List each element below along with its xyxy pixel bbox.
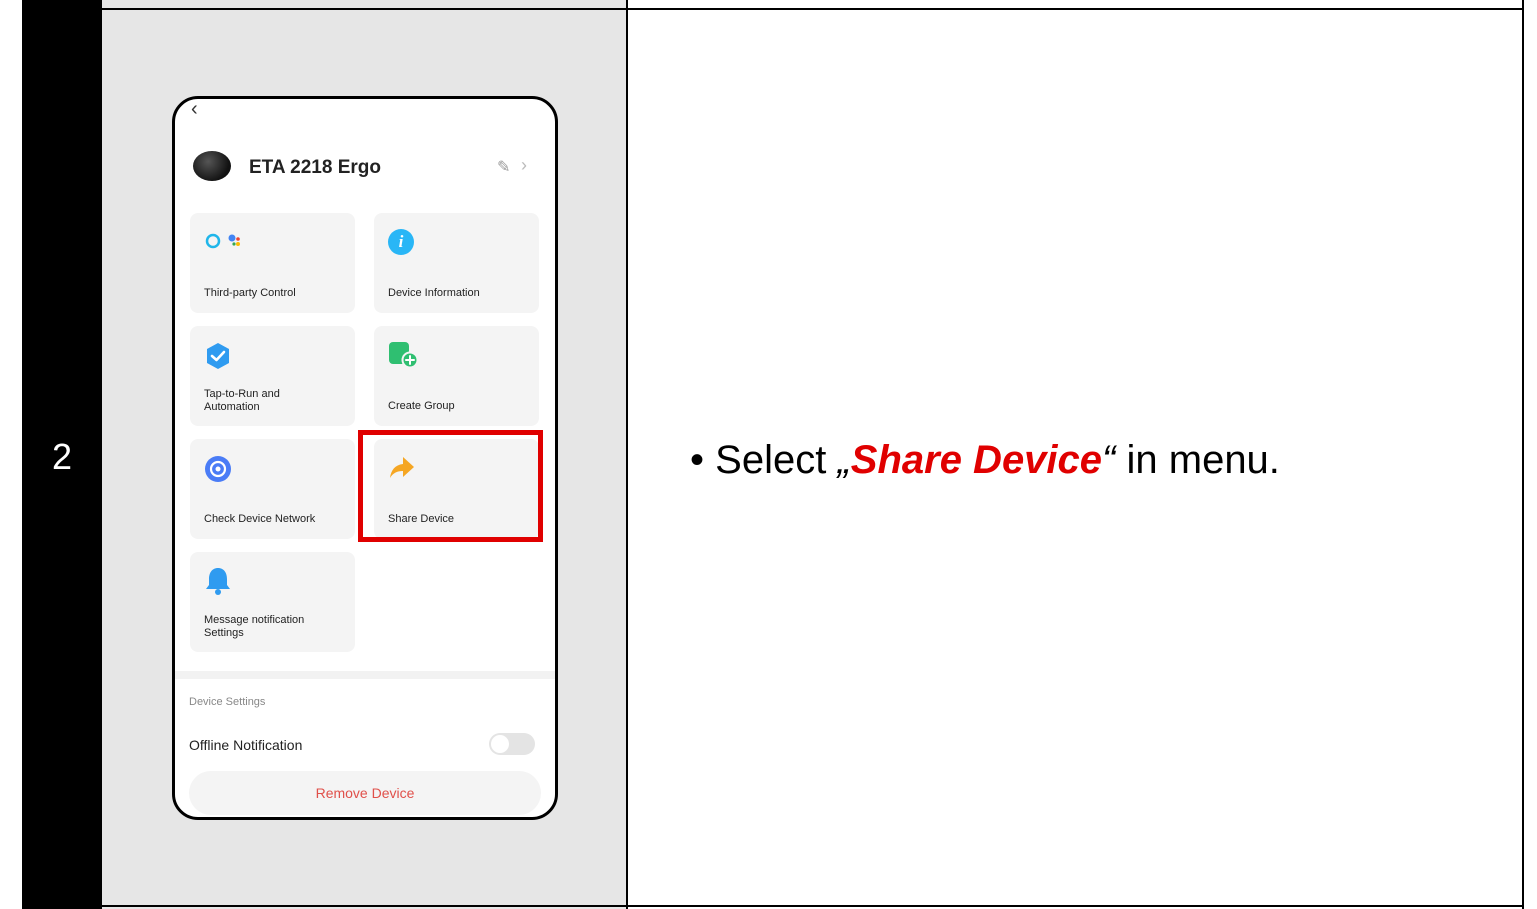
section-separator	[175, 671, 555, 679]
tile-label: Third-party Control	[204, 287, 296, 299]
remove-device-button[interactable]: Remove Device	[189, 771, 541, 815]
instruction-highlight: Share Device	[850, 438, 1103, 482]
quote-open: „	[837, 438, 851, 482]
tile-label: Create Group	[388, 400, 455, 412]
info-icon: i	[388, 229, 414, 255]
left-margin	[0, 0, 22, 909]
tile-label: Device Information	[388, 287, 480, 299]
instruction-cell: • Select „Share Device“ in menu.	[628, 10, 1522, 905]
tile-tap-to-run[interactable]: Tap-to-Run and Automation	[190, 326, 355, 426]
device-name: ETA 2218 Ergo	[249, 157, 381, 178]
quote-close: “	[1102, 438, 1116, 482]
chevron-right-icon[interactable]: ›	[521, 155, 527, 176]
bullet: •	[690, 438, 705, 482]
row-border-bottom	[102, 905, 1524, 907]
tile-label: Message notification Settings	[204, 614, 305, 639]
tile-message-notification-settings[interactable]: Message notification Settings	[190, 552, 355, 652]
instruction-prefix: Select	[715, 438, 827, 482]
tile-label: Check Device Network	[204, 513, 316, 525]
bell-icon	[206, 568, 230, 595]
offline-notification-label: Offline Notification	[189, 737, 303, 753]
tile-label: Tap-to-Run and Automation	[204, 388, 280, 413]
voice-assistant-icon	[205, 233, 240, 249]
automation-check-icon	[207, 343, 229, 369]
highlight-box	[358, 430, 543, 542]
step-column: 2	[22, 0, 102, 909]
create-group-icon	[389, 342, 419, 369]
step-number: 2	[51, 436, 73, 477]
instruction-text: • Select „Share Device“ in menu.	[690, 438, 1280, 483]
tile-device-information[interactable]: i Device Information	[374, 213, 539, 313]
chevron-left-icon[interactable]: ‹	[191, 99, 198, 119]
network-icon	[205, 456, 231, 482]
table-right-border	[1522, 0, 1524, 909]
section-title: Device Settings	[189, 696, 266, 708]
offline-notification-toggle[interactable]	[489, 733, 535, 755]
tile-third-party-control[interactable]: Third-party Control	[190, 213, 355, 313]
edit-icon[interactable]: ✎	[497, 157, 510, 177]
tile-create-group[interactable]: Create Group	[374, 326, 539, 426]
tile-check-device-network[interactable]: Check Device Network	[190, 439, 355, 539]
device-avatar	[193, 151, 231, 181]
device-header[interactable]: ETA 2218 Ergo ✎ ›	[193, 149, 543, 185]
instruction-suffix: in menu.	[1126, 438, 1280, 482]
